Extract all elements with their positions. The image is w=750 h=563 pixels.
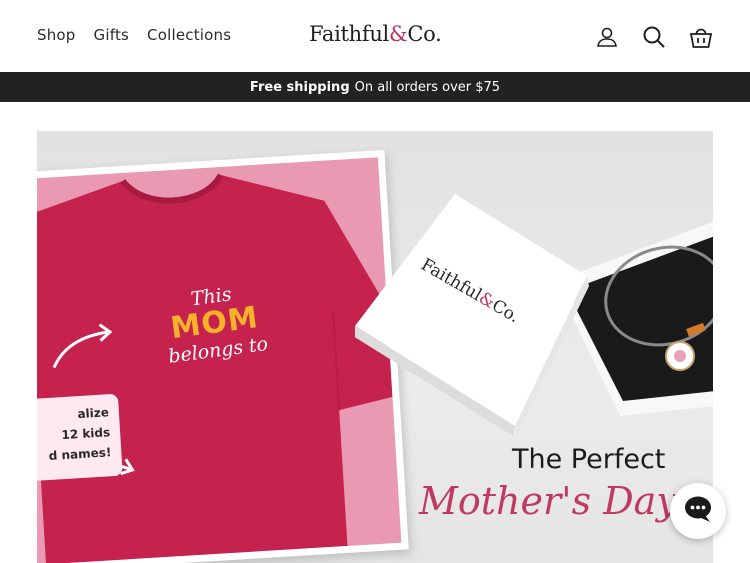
site-logo[interactable]: Faithful&Co.: [309, 22, 442, 46]
banner-bold: Free shipping: [249, 79, 350, 95]
nav-collections[interactable]: Collections: [147, 26, 231, 44]
personalize-callout: alize 12 kids d names!: [37, 393, 123, 483]
chat-icon: [683, 494, 713, 528]
logo-amp: &: [388, 22, 408, 46]
banner-text: On all orders over $75: [354, 79, 501, 95]
logo-part2: Co.: [407, 22, 442, 46]
tshirt-photo: This MOM belongs to alize 12 kids d name…: [37, 149, 409, 563]
chat-button[interactable]: [670, 483, 726, 539]
shipping-banner: Free shipping On all orders over $75: [0, 72, 750, 102]
gift-box-image: [355, 194, 713, 436]
hero-banner[interactable]: This MOM belongs to alize 12 kids d name…: [37, 131, 713, 563]
logo-part1: Faithful: [309, 22, 389, 46]
nav-gifts[interactable]: Gifts: [94, 26, 130, 44]
nav-shop[interactable]: Shop: [37, 26, 76, 44]
tshirt-photo-inner: This MOM belongs to alize 12 kids d name…: [37, 157, 402, 563]
main-nav: Shop Gifts Collections: [37, 26, 231, 44]
account-icon[interactable]: [594, 24, 620, 50]
callout-line3: d names!: [48, 445, 112, 463]
hero-subheadline: Mother's Day: [419, 479, 678, 523]
hero-headline: The Perfect: [512, 444, 666, 475]
header-icons: [594, 24, 714, 50]
search-icon[interactable]: [641, 24, 667, 50]
site-header: Shop Gifts Collections Faithful&Co.: [0, 0, 750, 72]
cart-icon[interactable]: [688, 24, 714, 50]
